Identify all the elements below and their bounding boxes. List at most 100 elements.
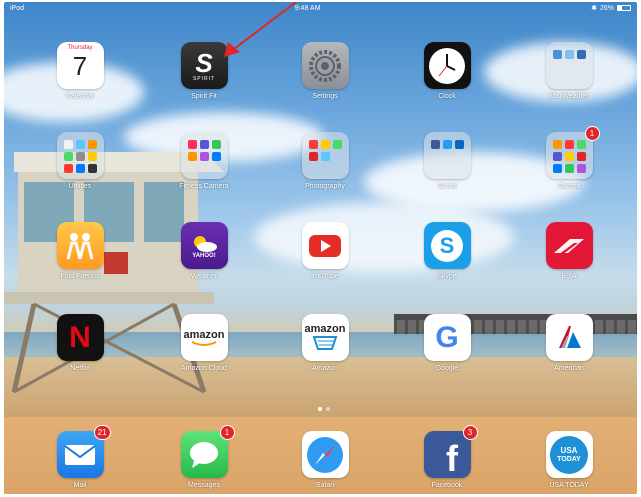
app-amazon-cloud[interactable]: amazon Amazon Cloud <box>164 314 244 372</box>
notification-badge: 1 <box>219 425 235 440</box>
app-find-friends[interactable]: Find Friends <box>40 222 120 280</box>
folder-icon <box>301 132 349 179</box>
app-label: Amazon <box>312 365 338 372</box>
messages-icon: 1 <box>180 425 235 478</box>
ipad-home-screen: iPod 9:48 AM ✱ 26% Thursday 7 Calendar S… <box>4 2 637 494</box>
google-glyph: G <box>435 320 459 354</box>
battery-icon <box>617 5 631 11</box>
app-label: USA TODAY <box>549 482 589 489</box>
app-label: Safari <box>315 482 335 489</box>
app-amazon[interactable]: amazon Amazon <box>285 314 365 372</box>
notification-badge: 3 <box>462 425 478 440</box>
app-label: YouTube <box>311 273 339 280</box>
app-label: Fitness Camera <box>179 183 229 190</box>
amazon-brand: amazon <box>304 322 346 335</box>
app-clock[interactable]: Clock <box>407 42 487 100</box>
usa-today-brand-line1: USA <box>560 445 578 455</box>
app-bofa[interactable]: BofA <box>529 222 609 280</box>
app-netflix[interactable]: N Netflix <box>40 314 120 372</box>
app-label: Photography <box>305 183 345 190</box>
calendar-date: 7 <box>72 51 88 81</box>
carrier-label: iPod <box>10 4 25 12</box>
yahoo-weather-icon: YAHOO! <box>180 222 228 269</box>
status-bar: iPod 9:48 AM ✱ 26% <box>4 2 637 14</box>
app-label: American <box>554 365 584 372</box>
youtube-icon <box>301 222 349 269</box>
dock-app-facebook[interactable]: f 3 Facebook <box>407 425 487 489</box>
dock-app-safari[interactable]: Safari <box>285 431 365 489</box>
american-airlines-icon <box>545 314 593 361</box>
app-label: Messages <box>188 482 220 489</box>
app-label: Amazon Cloud <box>181 365 227 372</box>
skype-icon: S <box>423 222 471 269</box>
amazon-brand: amazon <box>183 328 225 341</box>
annotation-arrow <box>224 2 297 57</box>
spirit-fit-glyph: S <box>195 47 213 78</box>
folder-icon <box>56 132 104 179</box>
amazon-shopping-icon: amazon <box>301 314 349 361</box>
notification-badge: 1 <box>584 126 600 141</box>
app-label: Games <box>557 183 581 190</box>
app-label: Social <box>437 183 457 190</box>
app-label: Weather <box>190 273 218 280</box>
notification-badge: 21 <box>93 425 111 440</box>
dock-app-mail[interactable]: 21 Mail <box>40 425 120 489</box>
app-label: Google <box>435 365 459 372</box>
amazon-cloud-icon: amazon <box>180 314 228 361</box>
calendar-icon: Thursday 7 <box>56 42 104 89</box>
app-label: Netflix <box>70 365 90 372</box>
status-right: ✱ 26% <box>591 4 631 12</box>
bofa-icon <box>545 222 593 269</box>
netflix-icon: N <box>56 314 104 361</box>
dock-app-messages[interactable]: 1 Messages <box>164 425 244 489</box>
gear-icon <box>301 42 349 89</box>
page-dot-active <box>318 407 322 411</box>
folder-utilities[interactable]: Utilities <box>40 132 120 190</box>
safari-compass-icon <box>301 431 349 478</box>
google-icon: G <box>423 314 471 361</box>
folder-icon <box>423 132 471 179</box>
app-label: Settings <box>312 93 338 100</box>
app-label: Find Friends <box>60 273 100 280</box>
folder-icon <box>545 42 593 89</box>
app-label: MaxWeather <box>549 93 589 100</box>
usa-today-icon: USA TODAY <box>545 431 593 478</box>
page-indicator[interactable] <box>318 407 330 411</box>
facebook-glyph: f <box>446 438 458 479</box>
youtube-play-icon <box>309 234 341 257</box>
app-label: Mail <box>73 482 87 489</box>
page-dot <box>326 407 330 411</box>
find-friends-icon <box>56 222 104 269</box>
dock-app-usa-today[interactable]: USA TODAY USA TODAY <box>529 431 609 489</box>
folder-games[interactable]: 1 Games <box>529 126 609 190</box>
app-yahoo-weather[interactable]: YAHOO! Weather <box>164 222 244 280</box>
bluetooth-icon: ✱ <box>591 5 597 12</box>
app-label: Utilities <box>68 183 92 190</box>
app-label: Spirit Fit <box>191 93 217 100</box>
folder-social[interactable]: Social <box>407 132 487 190</box>
clock-icon <box>423 42 471 89</box>
app-youtube[interactable]: YouTube <box>285 222 365 280</box>
yahoo-brand: YAHOO! <box>192 252 216 259</box>
folder-maxweather[interactable]: MaxWeather <box>529 42 609 100</box>
spirit-fit-brand: SPIRIT <box>192 75 216 82</box>
usa-today-brand-line2: TODAY <box>557 455 581 463</box>
folder-photography[interactable]: Photography <box>285 132 365 190</box>
app-google[interactable]: G Google <box>407 314 487 372</box>
facebook-icon: f 3 <box>423 425 478 479</box>
folder-fitness-camera[interactable]: Fitness Camera <box>164 132 244 190</box>
app-label: Facebook <box>431 482 463 489</box>
folder-icon: 1 <box>545 126 600 179</box>
app-label: Clock <box>438 93 456 100</box>
app-label: Calendar <box>65 93 95 100</box>
netflix-glyph: N <box>69 320 91 354</box>
app-american[interactable]: American <box>529 314 609 372</box>
folder-icon <box>180 132 228 179</box>
app-label: BofA <box>561 273 577 280</box>
battery-percent: 26% <box>599 4 614 12</box>
dock: 21 Mail 1 Messages Safari f 3 Facebook U… <box>4 417 637 494</box>
app-calendar[interactable]: Thursday 7 Calendar <box>40 42 120 100</box>
app-label: Skype <box>437 273 457 280</box>
app-skype[interactable]: S Skype <box>407 222 487 280</box>
mail-icon: 21 <box>56 425 111 478</box>
